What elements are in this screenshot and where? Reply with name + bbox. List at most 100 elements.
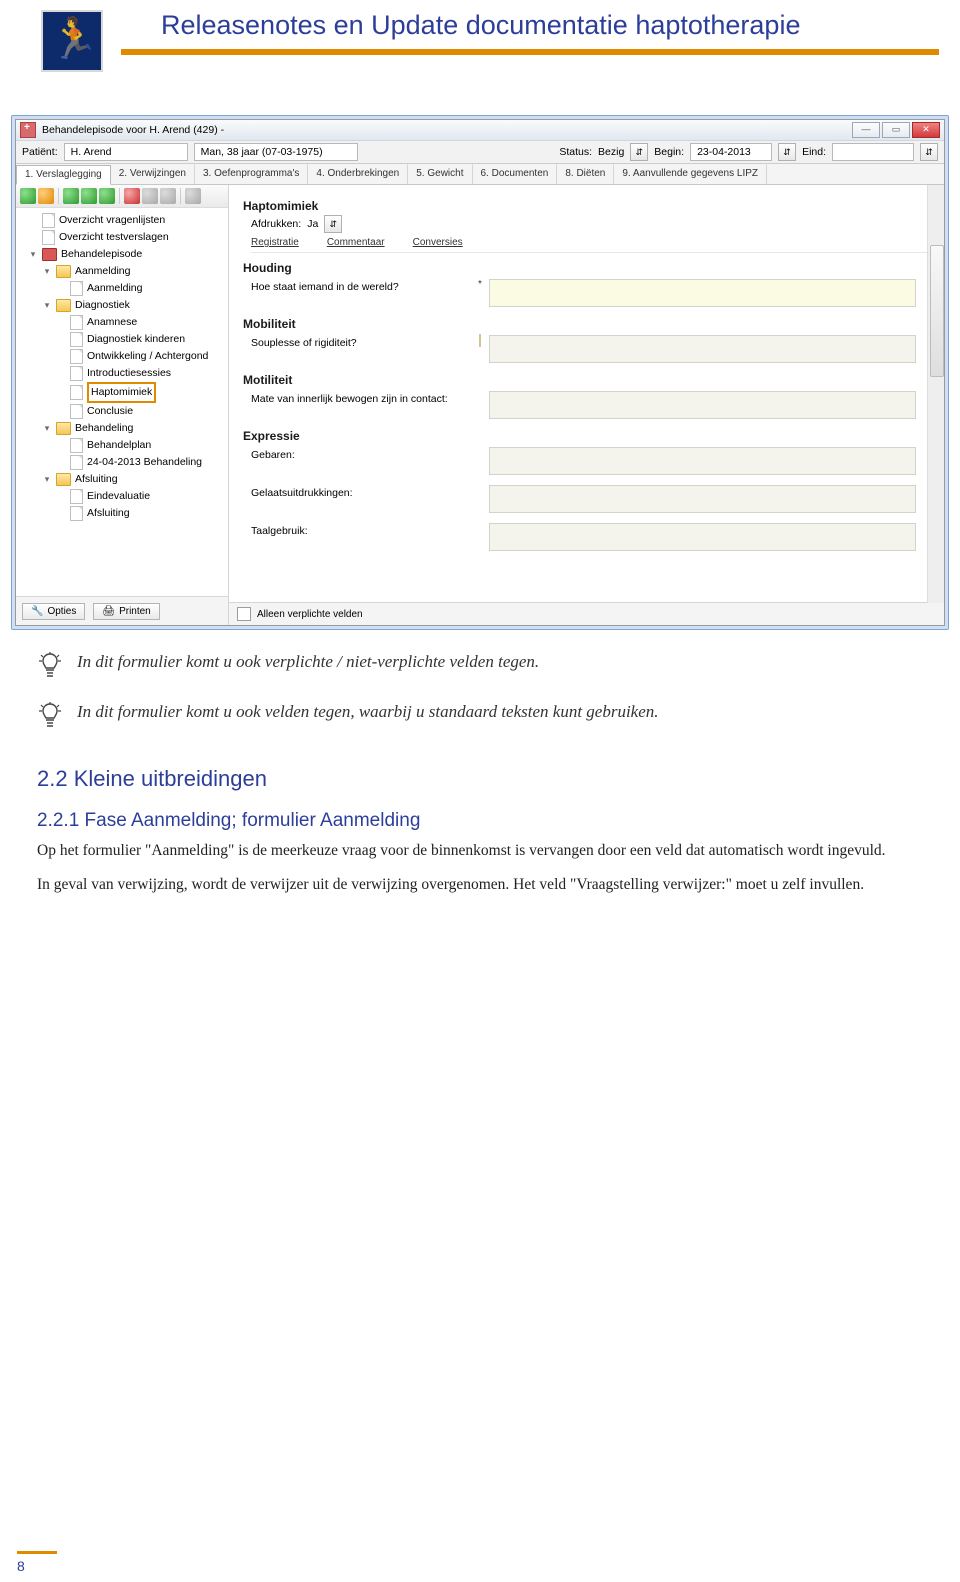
tree-node[interactable]: 24-04-2013 Behandeling bbox=[20, 454, 226, 471]
paragraph: Op het formulier "Aanmelding" is de meer… bbox=[37, 840, 923, 862]
field-label: Gebaren: bbox=[251, 447, 471, 461]
tree-node[interactable]: ▾Aanmelding bbox=[20, 263, 226, 280]
tree-node[interactable]: Overzicht vragenlijsten bbox=[20, 212, 226, 229]
tip-row: In dit formulier komt u ook verplichte /… bbox=[37, 652, 949, 680]
field-label: Taalgebruik: bbox=[251, 523, 471, 537]
tree-node[interactable]: Anamnese bbox=[20, 314, 226, 331]
afdrukken-dropdown[interactable]: ⇵ bbox=[324, 215, 342, 233]
text-template-icon[interactable] bbox=[479, 334, 481, 347]
tree-node[interactable]: Overzicht testverslagen bbox=[20, 229, 226, 246]
form-panel: Haptomimiek Afdrukken: Ja ⇵ RegistratieC… bbox=[229, 185, 944, 625]
toolbar-icon[interactable] bbox=[142, 188, 158, 204]
tab-4[interactable]: 4. Onderbrekingen bbox=[308, 164, 408, 184]
status-dropdown[interactable]: ⇵ bbox=[630, 143, 648, 161]
paragraph: In geval van verwijzing, wordt de verwij… bbox=[37, 874, 923, 896]
status-label: Status: bbox=[559, 146, 592, 158]
tree-label: Behandelepisode bbox=[61, 246, 142, 263]
document-icon bbox=[70, 438, 83, 453]
group-heading: Mobiliteit bbox=[243, 317, 934, 331]
tree-node[interactable]: Ontwikkeling / Achtergond bbox=[20, 348, 226, 365]
tip-row: In dit formulier komt u ook velden tegen… bbox=[37, 702, 949, 730]
tab-7[interactable]: 8. Diëten bbox=[557, 164, 614, 184]
scroll-thumb[interactable] bbox=[930, 245, 944, 377]
logo: 🏃 bbox=[41, 10, 103, 72]
form-field: Souplesse of rigiditeit? bbox=[251, 335, 934, 363]
print-button[interactable]: 🖨 Printen bbox=[93, 603, 159, 620]
document-icon bbox=[70, 506, 83, 521]
toolbar-icon[interactable] bbox=[81, 188, 97, 204]
tree-view[interactable]: Overzicht vragenlijstenOverzicht testver… bbox=[16, 208, 228, 596]
form-title: Haptomimiek bbox=[243, 199, 934, 213]
form-subtabs: Registratie Commentaar Conversies bbox=[251, 237, 934, 253]
form-field: Gebaren: bbox=[251, 447, 934, 475]
tab-6[interactable]: 6. Documenten bbox=[473, 164, 558, 184]
text-input[interactable] bbox=[489, 391, 916, 419]
form-field: Hoe staat iemand in de wereld?* bbox=[251, 279, 934, 307]
begin-date-field[interactable]: 23-04-2013 bbox=[690, 143, 772, 161]
toolbar-icon[interactable] bbox=[99, 188, 115, 204]
tree-label: Afsluiting bbox=[87, 505, 130, 522]
text-input[interactable] bbox=[489, 485, 916, 513]
document-icon bbox=[70, 404, 83, 419]
only-required-label: Alleen verplichte velden bbox=[257, 609, 363, 620]
tree-label: Conclusie bbox=[87, 403, 133, 420]
tab-2[interactable]: 2. Verwijzingen bbox=[111, 164, 195, 184]
tree-node[interactable]: ▾Afsluiting bbox=[20, 471, 226, 488]
tree-node[interactable]: ▾Diagnostiek bbox=[20, 297, 226, 314]
form-subtab[interactable]: Commentaar bbox=[327, 237, 385, 248]
tree-node[interactable]: Introductiesessies bbox=[20, 365, 226, 382]
tree-node[interactable]: ▾Behandelepisode bbox=[20, 246, 226, 263]
tab-1[interactable]: 1. Verslaglegging bbox=[16, 165, 111, 185]
tree-label: Overzicht vragenlijsten bbox=[59, 212, 165, 229]
text-input[interactable] bbox=[489, 279, 916, 307]
toolbar-icon[interactable] bbox=[185, 188, 201, 204]
tree-node[interactable]: Afsluiting bbox=[20, 505, 226, 522]
form-subtab[interactable]: Registratie bbox=[251, 237, 299, 248]
minimize-button[interactable]: — bbox=[852, 122, 880, 138]
document-header: 🏃 Releasenotes en Update documentatie ha… bbox=[11, 10, 949, 80]
toolbar-icon[interactable] bbox=[124, 188, 140, 204]
maximize-button[interactable]: ▭ bbox=[882, 122, 910, 138]
begin-date-picker[interactable]: ⇵ bbox=[778, 143, 796, 161]
toolbar-icon[interactable] bbox=[160, 188, 176, 204]
main-tabs: 1. Verslaglegging2. Verwijzingen3. Oefen… bbox=[16, 164, 944, 185]
runner-icon: 🏃 bbox=[49, 15, 99, 62]
options-button[interactable]: 🔧 Opties bbox=[22, 603, 85, 620]
toolbar-icon[interactable] bbox=[38, 188, 54, 204]
tab-3[interactable]: 3. Oefenprogramma's bbox=[195, 164, 308, 184]
form-field: Gelaatsuitdrukkingen: bbox=[251, 485, 934, 513]
tree-node[interactable]: Haptomimiek bbox=[20, 382, 226, 403]
document-icon bbox=[70, 366, 83, 381]
sidebar-toolbar bbox=[16, 185, 228, 208]
scrollbar[interactable] bbox=[927, 185, 944, 603]
toolbar-icon[interactable] bbox=[20, 188, 36, 204]
begin-label: Begin: bbox=[654, 146, 684, 158]
tree-node[interactable]: ▾Behandeling bbox=[20, 420, 226, 437]
window-titlebar: Behandelepisode voor H. Arend (429) - — … bbox=[16, 120, 944, 141]
tree-node[interactable]: Diagnostiek kinderen bbox=[20, 331, 226, 348]
text-input[interactable] bbox=[489, 335, 916, 363]
document-icon bbox=[42, 213, 55, 228]
tree-label: Aanmelding bbox=[75, 263, 130, 280]
end-date-picker[interactable]: ⇵ bbox=[920, 143, 938, 161]
group-heading: Houding bbox=[243, 261, 934, 275]
text-input[interactable] bbox=[489, 447, 916, 475]
heading-2: 2.2 Kleine uitbreidingen bbox=[37, 766, 949, 792]
form-subtab[interactable]: Conversies bbox=[413, 237, 463, 248]
tree-node[interactable]: Eindevaluatie bbox=[20, 488, 226, 505]
afdrukken-value: Ja bbox=[307, 218, 318, 230]
tree-node[interactable]: Aanmelding bbox=[20, 280, 226, 297]
lightbulb-icon bbox=[37, 702, 63, 730]
tab-5[interactable]: 5. Gewicht bbox=[408, 164, 472, 184]
tree-node[interactable]: Conclusie bbox=[20, 403, 226, 420]
toolbar-icon[interactable] bbox=[63, 188, 79, 204]
folder-icon bbox=[56, 265, 71, 278]
tree-node[interactable]: Behandelplan bbox=[20, 437, 226, 454]
only-required-checkbox[interactable] bbox=[237, 607, 251, 621]
tab-8[interactable]: 9. Aanvullende gegevens LIPZ bbox=[614, 164, 767, 184]
end-date-field[interactable] bbox=[832, 143, 914, 161]
tree-label: Behandeling bbox=[75, 420, 133, 437]
close-button[interactable]: ✕ bbox=[912, 122, 940, 138]
patient-name-field[interactable]: H. Arend bbox=[64, 143, 188, 161]
text-input[interactable] bbox=[489, 523, 916, 551]
